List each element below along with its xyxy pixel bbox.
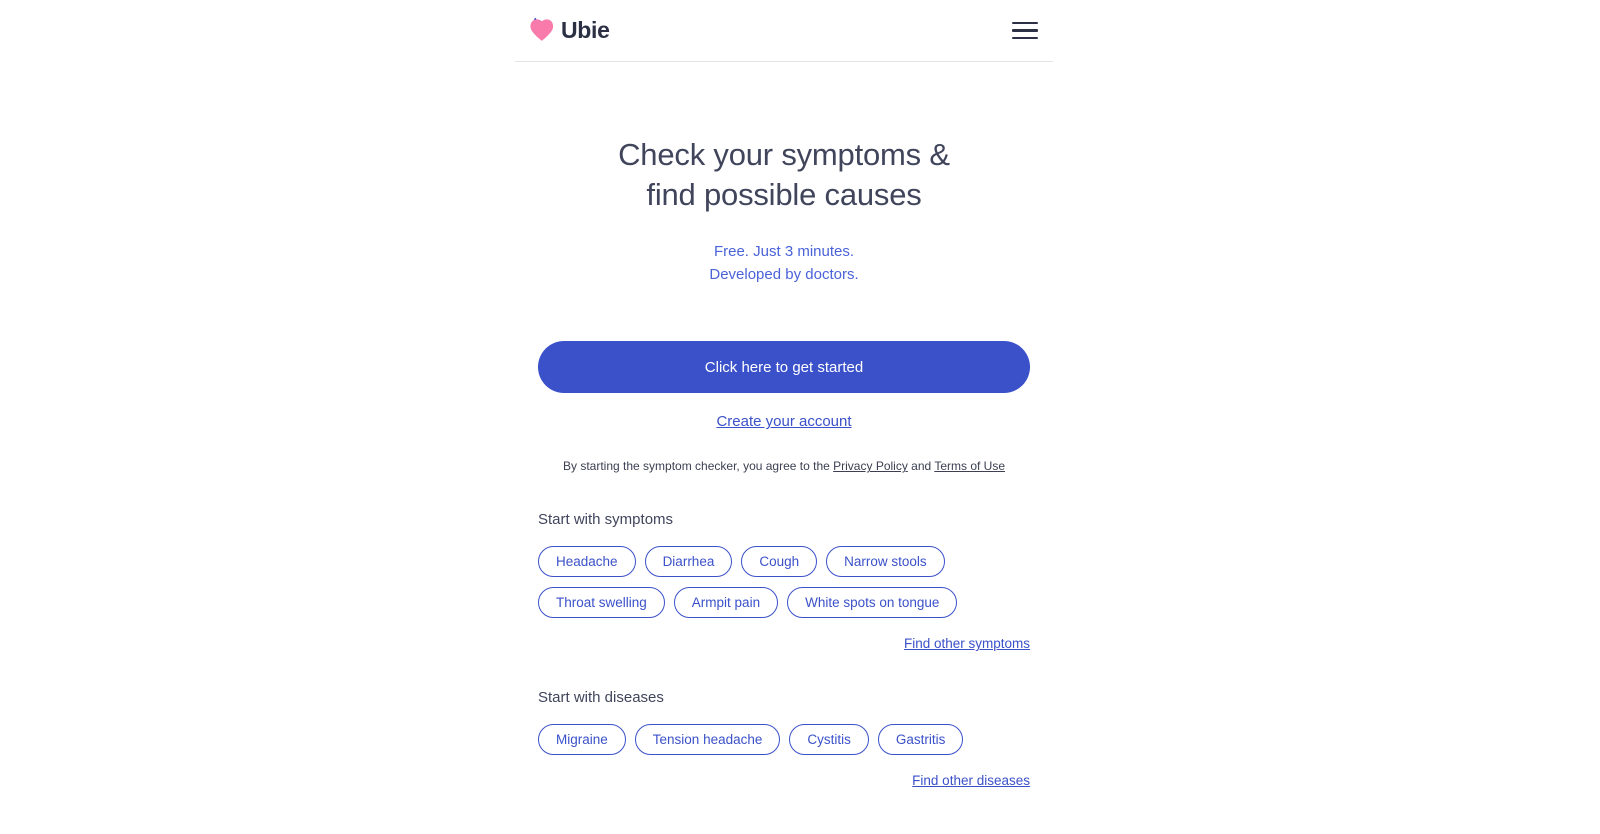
disease-chip[interactable]: Cystitis	[789, 724, 869, 756]
hamburger-bar	[1012, 36, 1038, 40]
symptom-chip[interactable]: Diarrhea	[644, 546, 733, 578]
main-content: Check your symptoms & find possible caus…	[515, 62, 1053, 790]
symptom-chip[interactable]: Cough	[741, 546, 818, 578]
find-other-diseases-link[interactable]: Find other diseases	[912, 773, 1030, 788]
disease-chip[interactable]: Gastritis	[877, 724, 964, 756]
symptoms-section: Start with symptoms Headache Diarrhea Co…	[515, 475, 1053, 653]
diseases-section: Start with diseases Migraine Tension hea…	[515, 653, 1053, 790]
find-other-symptoms-link[interactable]: Find other symptoms	[904, 636, 1030, 651]
create-account-container: Create your account	[515, 393, 1053, 431]
page-title: Check your symptoms & find possible caus…	[515, 62, 1053, 214]
page-subtitle: Free. Just 3 minutes. Developed by docto…	[515, 214, 1053, 286]
legal-disclaimer: By starting the symptom checker, you agr…	[515, 431, 1053, 475]
disease-chip-list: Migraine Tension headache Cystitis Gastr…	[538, 706, 1030, 756]
hamburger-bar	[1012, 29, 1038, 32]
hamburger-bar	[1012, 21, 1038, 25]
legal-middle-text: and	[907, 459, 935, 474]
symptom-chip[interactable]: Narrow stools	[826, 546, 945, 578]
terms-of-use-link[interactable]: Terms of Use	[934, 459, 1005, 473]
legal-prefix-text: By starting the symptom checker, you agr…	[563, 459, 834, 474]
subtitle-line-1: Free. Just 3 minutes.	[713, 243, 855, 261]
privacy-policy-link[interactable]: Privacy Policy	[833, 459, 908, 473]
get-started-button[interactable]: Click here to get started	[538, 341, 1030, 394]
heart-logo-icon	[530, 17, 554, 41]
diseases-section-title: Start with diseases	[538, 689, 664, 707]
symptom-chip[interactable]: White spots on tongue	[787, 587, 958, 619]
symptom-chip[interactable]: Headache	[538, 546, 636, 578]
page-title-line-1: Check your symptoms &	[618, 137, 950, 172]
disease-chip[interactable]: Migraine	[538, 724, 626, 756]
brand-name: Ubie	[561, 17, 610, 43]
symptom-chip[interactable]: Throat swelling	[538, 587, 665, 619]
symptoms-section-title: Start with symptoms	[538, 511, 674, 529]
brand-logo-link[interactable]: Ubie	[515, 16, 610, 46]
symptom-chip-list: Headache Diarrhea Cough Narrow stools Th…	[538, 528, 1030, 619]
disease-chip[interactable]: Tension headache	[634, 724, 781, 756]
subtitle-line-2: Developed by doctors.	[709, 265, 859, 283]
page-title-line-2: find possible causes	[646, 176, 922, 212]
find-other-symptoms-container: Find other symptoms	[538, 618, 1030, 653]
page-root: Ubie Check your symptoms & find possible…	[0, 0, 1600, 834]
cta-container: Click here to get started	[515, 286, 1053, 394]
site-header: Ubie	[515, 0, 1053, 62]
find-other-diseases-container: Find other diseases	[538, 755, 1030, 790]
symptom-chip[interactable]: Armpit pain	[673, 587, 779, 619]
hamburger-menu-icon[interactable]	[1006, 16, 1040, 46]
create-account-link[interactable]: Create your account	[716, 413, 851, 430]
